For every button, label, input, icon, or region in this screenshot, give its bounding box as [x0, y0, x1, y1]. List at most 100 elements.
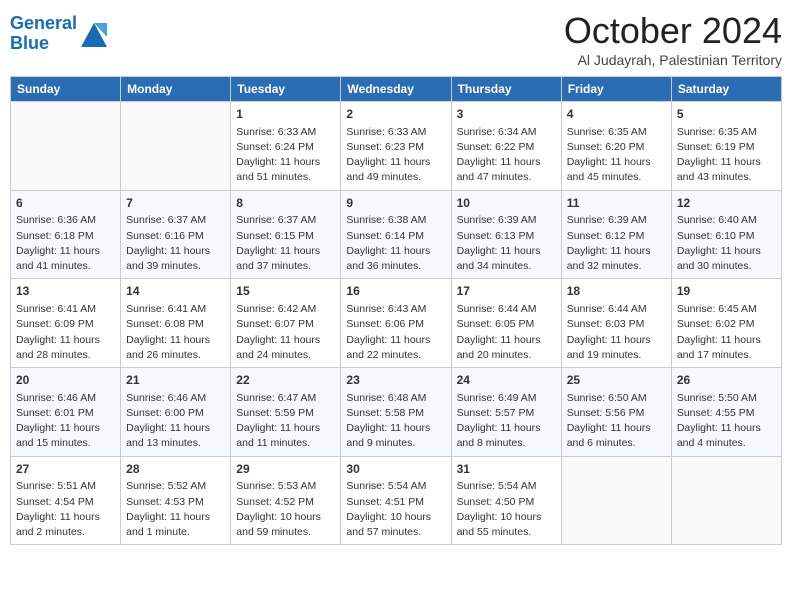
- day-info: Sunrise: 6:39 AM Sunset: 6:13 PM Dayligh…: [457, 213, 556, 274]
- day-info: Sunrise: 6:34 AM Sunset: 6:22 PM Dayligh…: [457, 125, 556, 186]
- day-number: 8: [236, 195, 335, 212]
- calendar-cell: 26Sunrise: 5:50 AM Sunset: 4:55 PM Dayli…: [671, 368, 781, 457]
- day-number: 1: [236, 106, 335, 123]
- day-number: 17: [457, 283, 556, 300]
- day-info: Sunrise: 6:35 AM Sunset: 6:20 PM Dayligh…: [567, 125, 666, 186]
- calendar-cell: 20 Sunrise: 6:46 AM Sunset: 6:01 PM Dayli…: [11, 368, 121, 457]
- day-number: 27: [16, 461, 115, 478]
- day-number: 7: [126, 195, 225, 212]
- day-header-tuesday: Tuesday: [231, 77, 341, 102]
- calendar-cell: 4 Sunrise: 6:35 AM Sunset: 6:20 PM Daylig…: [561, 102, 671, 191]
- day-number: 16: [346, 283, 445, 300]
- day-number: 24: [457, 372, 556, 389]
- calendar-header-row: SundayMondayTuesdayWednesdayThursdayFrid…: [11, 77, 782, 102]
- calendar-cell: 10Sunrise: 6:39 AM Sunset: 6:13 PM Dayli…: [451, 190, 561, 279]
- day-number: 19: [677, 283, 776, 300]
- calendar-cell: [561, 456, 671, 545]
- calendar-cell: 18 Sunrise: 6:44 AM Sunset: 6:03 PM Dayli…: [561, 279, 671, 368]
- calendar-cell: 3 Sunrise: 6:34 AM Sunset: 6:22 PM Daylig…: [451, 102, 561, 191]
- day-info: Sunrise: 5:51 AM Sunset: 4:54 PM Dayligh…: [16, 479, 115, 540]
- calendar-cell: 16Sunrise: 6:43 AM Sunset: 6:06 PM Dayli…: [341, 279, 451, 368]
- day-number: 30: [346, 461, 445, 478]
- day-number: 4: [567, 106, 666, 123]
- day-number: 12: [677, 195, 776, 212]
- calendar-cell: 19 Sunrise: 6:45 AM Sunset: 6:02 PM Dayli…: [671, 279, 781, 368]
- calendar-cell: 11Sunrise: 6:39 AM Sunset: 6:12 PM Dayli…: [561, 190, 671, 279]
- day-info: Sunrise: 5:52 AM Sunset: 4:53 PM Dayligh…: [126, 479, 225, 540]
- calendar-cell: 9Sunrise: 6:38 AM Sunset: 6:14 PM Daylig…: [341, 190, 451, 279]
- day-info: Sunrise: 6:40 AM Sunset: 6:10 PM Dayligh…: [677, 213, 776, 274]
- calendar-cell: 8Sunrise: 6:37 AM Sunset: 6:15 PM Daylig…: [231, 190, 341, 279]
- day-info: Sunrise: 6:33 AM Sunset: 6:24 PM Dayligh…: [236, 125, 335, 186]
- day-number: 28: [126, 461, 225, 478]
- calendar-table: SundayMondayTuesdayWednesdayThursdayFrid…: [10, 76, 782, 545]
- calendar-week-2: 6Sunrise: 6:36 AM Sunset: 6:18 PM Daylig…: [11, 190, 782, 279]
- calendar-cell: 15Sunrise: 6:42 AM Sunset: 6:07 PM Dayli…: [231, 279, 341, 368]
- title-block: October 2024 Al Judayrah, Palestinian Te…: [564, 10, 782, 68]
- day-header-wednesday: Wednesday: [341, 77, 451, 102]
- calendar-cell: 29Sunrise: 5:53 AM Sunset: 4:52 PM Dayli…: [231, 456, 341, 545]
- calendar-cell: 1 Sunrise: 6:33 AM Sunset: 6:24 PM Daylig…: [231, 102, 341, 191]
- day-info: Sunrise: 6:36 AM Sunset: 6:18 PM Dayligh…: [16, 213, 115, 274]
- logo: General Blue: [10, 10, 109, 54]
- calendar-cell: 7Sunrise: 6:37 AM Sunset: 6:16 PM Daylig…: [121, 190, 231, 279]
- day-info: Sunrise: 6:41 AM Sunset: 6:08 PM Dayligh…: [126, 302, 225, 363]
- day-info: Sunrise: 6:50 AM Sunset: 5:56 PM Dayligh…: [567, 391, 666, 452]
- location-subtitle: Al Judayrah, Palestinian Territory: [564, 52, 782, 68]
- day-number: 5: [677, 106, 776, 123]
- day-info: Sunrise: 6:44 AM Sunset: 6:05 PM Dayligh…: [457, 302, 556, 363]
- day-header-friday: Friday: [561, 77, 671, 102]
- day-header-sunday: Sunday: [11, 77, 121, 102]
- day-info: Sunrise: 6:45 AM Sunset: 6:02 PM Dayligh…: [677, 302, 776, 363]
- day-number: 22: [236, 372, 335, 389]
- day-number: 23: [346, 372, 445, 389]
- day-number: 2: [346, 106, 445, 123]
- day-header-monday: Monday: [121, 77, 231, 102]
- calendar-cell: 24Sunrise: 6:49 AM Sunset: 5:57 PM Dayli…: [451, 368, 561, 457]
- day-number: 15: [236, 283, 335, 300]
- day-info: Sunrise: 5:50 AM Sunset: 4:55 PM Dayligh…: [677, 391, 776, 452]
- day-number: 11: [567, 195, 666, 212]
- calendar-cell: 22 Sunrise: 6:47 AM Sunset: 5:59 PM Dayli…: [231, 368, 341, 457]
- calendar-cell: [671, 456, 781, 545]
- day-info: Sunrise: 6:38 AM Sunset: 6:14 PM Dayligh…: [346, 213, 445, 274]
- calendar-cell: 12Sunrise: 6:40 AM Sunset: 6:10 PM Dayli…: [671, 190, 781, 279]
- day-number: 18: [567, 283, 666, 300]
- day-info: Sunrise: 5:53 AM Sunset: 4:52 PM Dayligh…: [236, 479, 335, 540]
- calendar-week-5: 27Sunrise: 5:51 AM Sunset: 4:54 PM Dayli…: [11, 456, 782, 545]
- day-number: 3: [457, 106, 556, 123]
- day-info: Sunrise: 6:46 AM Sunset: 6:01 PM Dayligh…: [16, 391, 115, 452]
- day-number: 6: [16, 195, 115, 212]
- calendar-week-4: 20 Sunrise: 6:46 AM Sunset: 6:01 PM Dayli…: [11, 368, 782, 457]
- day-info: Sunrise: 5:54 AM Sunset: 4:50 PM Dayligh…: [457, 479, 556, 540]
- day-number: 9: [346, 195, 445, 212]
- day-info: Sunrise: 5:54 AM Sunset: 4:51 PM Dayligh…: [346, 479, 445, 540]
- day-number: 14: [126, 283, 225, 300]
- calendar-cell: 5Sunrise: 6:35 AM Sunset: 6:19 PM Daylig…: [671, 102, 781, 191]
- calendar-cell: 25Sunrise: 6:50 AM Sunset: 5:56 PM Dayli…: [561, 368, 671, 457]
- day-info: Sunrise: 6:33 AM Sunset: 6:23 PM Dayligh…: [346, 125, 445, 186]
- page-header: General Blue October 2024 Al Judayrah, P…: [10, 10, 782, 68]
- day-header-thursday: Thursday: [451, 77, 561, 102]
- calendar-cell: 17 Sunrise: 6:44 AM Sunset: 6:05 PM Dayli…: [451, 279, 561, 368]
- calendar-cell: 14 Sunrise: 6:41 AM Sunset: 6:08 PM Dayli…: [121, 279, 231, 368]
- day-number: 21: [126, 372, 225, 389]
- day-info: Sunrise: 6:46 AM Sunset: 6:00 PM Dayligh…: [126, 391, 225, 452]
- calendar-week-1: 1 Sunrise: 6:33 AM Sunset: 6:24 PM Daylig…: [11, 102, 782, 191]
- day-info: Sunrise: 6:47 AM Sunset: 5:59 PM Dayligh…: [236, 391, 335, 452]
- calendar-cell: 28Sunrise: 5:52 AM Sunset: 4:53 PM Dayli…: [121, 456, 231, 545]
- day-number: 31: [457, 461, 556, 478]
- month-title: October 2024: [564, 10, 782, 52]
- calendar-cell: 13Sunrise: 6:41 AM Sunset: 6:09 PM Dayli…: [11, 279, 121, 368]
- calendar-week-3: 13Sunrise: 6:41 AM Sunset: 6:09 PM Dayli…: [11, 279, 782, 368]
- day-number: 20: [16, 372, 115, 389]
- logo-text: General Blue: [10, 14, 77, 54]
- day-info: Sunrise: 6:41 AM Sunset: 6:09 PM Dayligh…: [16, 302, 115, 363]
- day-info: Sunrise: 6:37 AM Sunset: 6:15 PM Dayligh…: [236, 213, 335, 274]
- day-number: 10: [457, 195, 556, 212]
- calendar-cell: [11, 102, 121, 191]
- calendar-cell: 27Sunrise: 5:51 AM Sunset: 4:54 PM Dayli…: [11, 456, 121, 545]
- day-info: Sunrise: 6:44 AM Sunset: 6:03 PM Dayligh…: [567, 302, 666, 363]
- calendar-cell: 30Sunrise: 5:54 AM Sunset: 4:51 PM Dayli…: [341, 456, 451, 545]
- calendar-cell: 21 Sunrise: 6:46 AM Sunset: 6:00 PM Dayli…: [121, 368, 231, 457]
